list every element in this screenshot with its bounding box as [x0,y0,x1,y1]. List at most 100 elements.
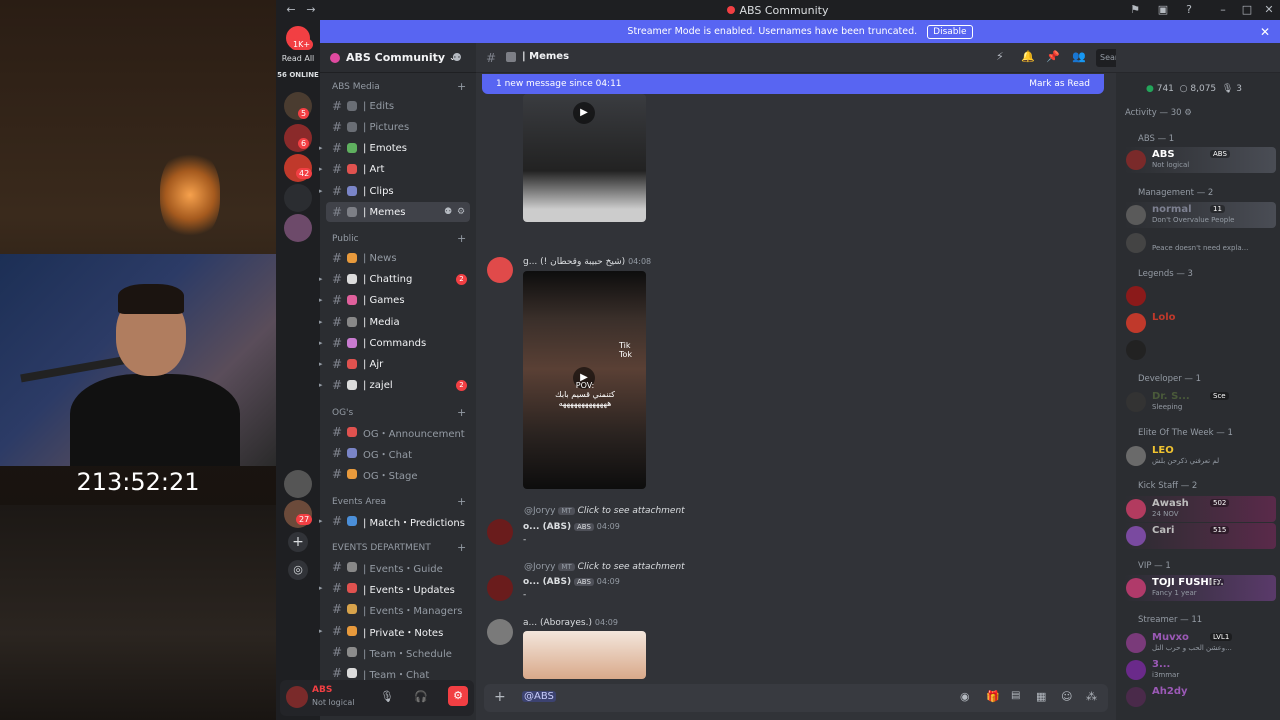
channel-item[interactable]: ▸ # | Games [319,290,476,310]
server-icon-2[interactable] [284,124,312,152]
gift-icon[interactable]: 🎁 [986,690,1000,703]
channel-item[interactable]: # | Events・Guide [320,557,476,577]
channel-item[interactable]: ▸ # | Media [319,312,476,332]
image-attachment[interactable] [523,631,646,679]
member-item[interactable]: TOJI FUSHI... FY Fancy 1 year [1124,575,1276,601]
channel-item[interactable]: ▸ # | Art [319,159,476,179]
boost-icon[interactable]: ◉ [960,690,970,703]
mark-as-read-button[interactable]: Mark as Read [1029,79,1090,89]
author-name[interactable]: o... (ABS) [523,522,571,532]
member-item[interactable]: Dr. S... Sce Sleeping [1124,389,1276,415]
avatar[interactable] [286,686,308,708]
category-header[interactable]: Public [332,234,359,244]
server-icon-6[interactable] [284,470,312,498]
bell-icon[interactable]: 🔔 [1021,50,1035,63]
category-header[interactable]: Events Area [332,497,386,507]
avatar[interactable] [487,575,513,601]
channel-item[interactable]: # | Memes ⚉ ⚙ [326,202,470,222]
close-window-icon[interactable]: ✕ [1262,3,1276,17]
channel-item[interactable]: # OG・Chat [320,443,476,463]
channel-item[interactable]: # OG・Stage [320,464,476,484]
add-channel-icon[interactable]: + [457,541,466,554]
add-member-icon[interactable]: ⚉ [452,51,462,64]
invite-icon[interactable]: ⚉ [444,207,452,217]
members-icon[interactable]: 👥 [1072,50,1086,63]
gif-icon[interactable]: ▤ [1011,690,1020,701]
add-attachment-icon[interactable]: + [494,689,506,705]
sticker-icon[interactable]: ▦ [1036,690,1046,703]
member-item[interactable]: Awash 502 24 NOV [1124,496,1276,522]
screen-share-icon[interactable]: ▣ [1156,3,1170,17]
reply-preview[interactable]: @Joryy MT Click to see attachment [524,562,685,572]
channel-item[interactable]: ▸ # | Clips [319,181,476,201]
video-attachment[interactable]: ▶ Tik Tok POV: كتنمني قسيم بابك هههههههه… [523,271,646,489]
member-item[interactable]: ABS ABS Not logical [1124,147,1276,173]
channel-item[interactable]: ▸ # | Chatting 2 [319,269,476,289]
message-composer[interactable]: + @ABS ◉ 🎁 ▤ ▦ ☺ ⁂ [484,684,1108,712]
author-name[interactable]: o... (ABS) [523,577,571,587]
minimize-icon[interactable]: – [1216,3,1230,17]
member-item[interactable]: 3... i3mmar [1124,657,1276,683]
category-header[interactable]: OG's [332,408,353,418]
member-item[interactable]: LEO لم تعرفني ذكرحن بلش [1124,443,1276,469]
author-name[interactable]: g... (! شيخ حبيبة وقحطان) [523,257,625,267]
help-icon[interactable]: ? [1182,3,1196,17]
activity-header[interactable]: Activity — 30 ⚙ [1125,108,1192,118]
author-name[interactable]: a... (Aborayes.) [523,618,592,628]
add-channel-icon[interactable]: + [457,406,466,419]
channel-item[interactable]: # | Events・Managers [320,599,476,619]
gear-icon[interactable]: ⚙ [448,686,468,706]
server-header[interactable]: ABS Community ⌄ ⚉ [320,43,476,73]
channel-item[interactable]: ▸ # | Match・Predictions [319,511,476,531]
avatar[interactable] [487,257,513,283]
channel-item[interactable]: ▸ # | Ajr [319,354,476,374]
read-all-button[interactable]: Read All [276,54,320,63]
new-messages-bar[interactable]: 1 new message since 04:11 Mark as Read [482,74,1104,94]
avatar[interactable] [487,519,513,545]
channel-item[interactable]: ▸ # | zajel 2 [319,375,476,395]
member-item[interactable]: Cari 515 [1124,523,1276,549]
threads-icon[interactable]: ⚡ [996,50,1004,63]
server-icon-4[interactable] [284,184,312,212]
add-channel-icon[interactable]: + [457,232,466,245]
apps-icon[interactable]: ⁂ [1086,690,1097,703]
member-item[interactable]: Peace doesn't need expla... [1124,230,1276,256]
inbox-icon[interactable]: ⚑ [1128,3,1142,17]
add-server-icon[interactable]: + [288,532,308,552]
server-icon-5[interactable] [284,214,312,242]
headphones-icon[interactable]: 🎧 [414,690,428,703]
gear-icon[interactable]: ⚙ [457,207,465,217]
category-header[interactable]: ABS Media [332,82,380,92]
discover-icon[interactable]: ◎ [288,560,308,580]
category-header[interactable]: EVENTS DEPARTMENT [332,543,431,553]
member-item[interactable]: Ah2dy [1124,684,1276,710]
channel-item[interactable]: ▸ # | Commands [319,333,476,353]
composer-text[interactable]: @ABS [522,691,556,702]
avatar[interactable] [487,619,513,645]
pin-icon[interactable]: 📌 [1046,50,1060,63]
maximize-icon[interactable]: □ [1240,3,1254,17]
member-item[interactable]: Lolo [1124,310,1276,336]
channel-name: | Private・Notes [363,627,444,639]
channel-item[interactable]: # | Team・Schedule [320,642,476,662]
channel-item[interactable]: ▸ # | Emotes [319,138,476,158]
channel-item[interactable]: # | News [320,248,476,268]
disable-button[interactable]: Disable [927,24,973,39]
channel-item[interactable]: # OG・Announcement [320,422,476,442]
add-channel-icon[interactable]: + [457,80,466,93]
close-icon[interactable]: ✕ [1260,25,1270,39]
member-item[interactable] [1124,283,1276,309]
add-channel-icon[interactable]: + [457,495,466,508]
channel-item[interactable]: # | Pictures [320,117,476,137]
mic-icon[interactable]: 🎙 [380,690,394,703]
member-item[interactable] [1124,337,1276,363]
video-attachment[interactable]: ▶ [523,94,646,222]
channel-item[interactable]: # | Edits [320,96,476,116]
emoji-icon[interactable]: ☺ [1061,690,1072,703]
member-item[interactable]: normal 11 Don't Overvalue People [1124,202,1276,228]
reply-preview[interactable]: @Joryy MT Click to see attachment [524,506,685,516]
channel-item[interactable]: ▸ # | Private・Notes [319,621,476,641]
play-icon[interactable]: ▶ [573,102,595,124]
channel-item[interactable]: ▸ # | Events・Updates [319,578,476,598]
member-item[interactable]: Muvxo LVL1 وعشن الحب و حرب التل... [1124,630,1276,656]
